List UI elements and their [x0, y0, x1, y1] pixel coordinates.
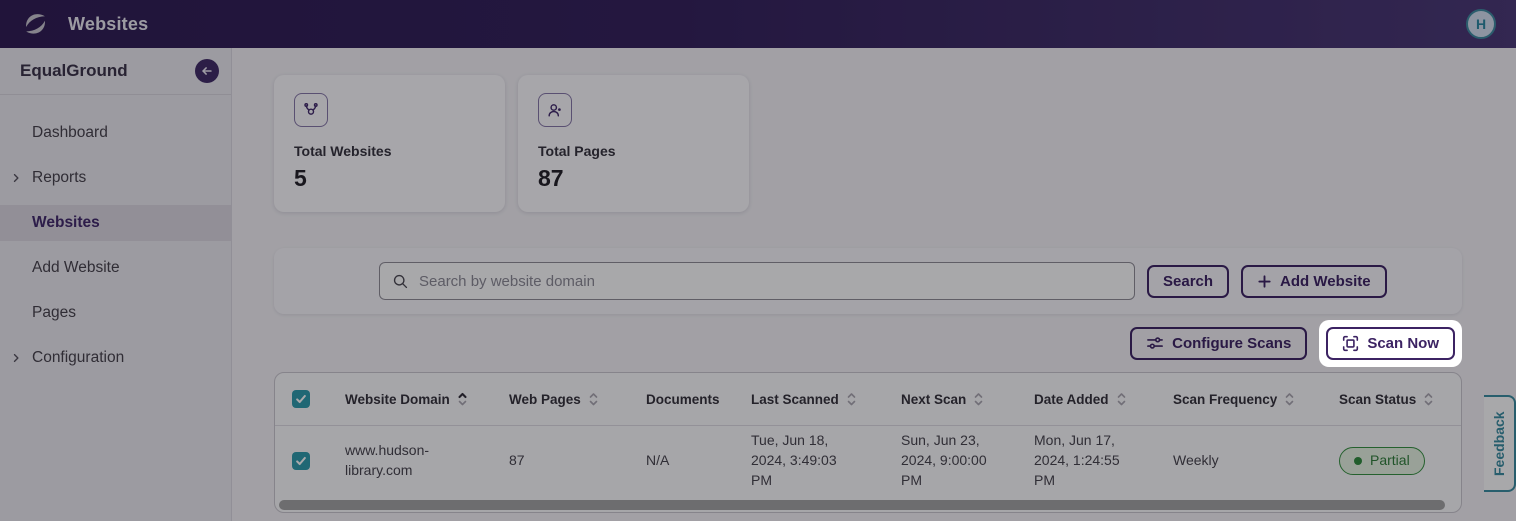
sort-icon-asc-active[interactable]: [457, 391, 468, 408]
table-row[interactable]: www.hudson-library.com 87 N/A Tue, Jun 1…: [275, 426, 1461, 496]
search-button[interactable]: Search: [1147, 264, 1230, 298]
sort-icon[interactable]: [1116, 391, 1127, 408]
chevron-right-icon: [10, 172, 22, 184]
arrow-left-icon: [200, 64, 214, 78]
stat-label: Total Websites: [294, 143, 392, 159]
stat-card-total-websites: Total Websites 5: [274, 75, 505, 212]
status-badge: Partial: [1339, 447, 1425, 475]
status-dot-icon: [1354, 457, 1362, 465]
row-checkbox[interactable]: [292, 452, 310, 470]
topbar: Websites H: [0, 0, 1516, 48]
feedback-tab-label: Feedback: [1491, 411, 1507, 476]
sidebar-collapse-button[interactable]: [195, 59, 219, 83]
column-label: Last Scanned: [751, 391, 839, 407]
sidebar-item-add-website[interactable]: Add Website: [0, 250, 231, 286]
table-header-row: Website Domain Web Pages Documents Last …: [275, 373, 1461, 426]
stat-cards: Total Websites 5 Total Pages 87: [274, 75, 1462, 212]
scan-now-label: Scan Now: [1367, 334, 1439, 352]
add-website-button-label: Add Website: [1280, 272, 1371, 290]
sort-icon[interactable]: [1284, 391, 1295, 408]
configure-scans-label: Configure Scans: [1172, 334, 1292, 352]
cell-scan-status: Partial: [1339, 447, 1461, 475]
sort-icon[interactable]: [1423, 391, 1434, 408]
sidebar-item-label: Websites: [32, 214, 100, 231]
select-all-checkbox[interactable]: [292, 390, 310, 408]
workspace-name: EqualGround: [20, 61, 128, 80]
column-header-website-domain[interactable]: Website Domain: [345, 391, 509, 408]
add-website-button[interactable]: Add Website: [1241, 264, 1387, 298]
user-gear-icon: [538, 93, 572, 127]
sidebar-item-configuration[interactable]: Configuration: [0, 340, 231, 376]
tutorial-spotlight: Scan Now: [1319, 319, 1462, 367]
sort-icon[interactable]: [973, 391, 984, 408]
page-title: Websites: [68, 13, 149, 34]
stat-value: 5: [294, 165, 307, 191]
configure-scans-button[interactable]: Configure Scans: [1130, 326, 1308, 360]
search-toolbar: Search Add Website: [274, 248, 1462, 314]
sidebar-header: EqualGround: [0, 48, 231, 95]
scan-now-button[interactable]: Scan Now: [1326, 326, 1455, 360]
column-header-web-pages[interactable]: Web Pages: [509, 391, 646, 408]
sidebar-item-label: Add Website: [32, 259, 120, 276]
crawler-network-icon: [294, 93, 328, 127]
feedback-tab[interactable]: Feedback: [1484, 395, 1516, 492]
horizontal-scrollbar: [275, 497, 1461, 512]
scan-actions-row: Configure Scans Scan Now: [274, 319, 1462, 367]
column-label: Documents: [646, 391, 720, 407]
column-label: Date Added: [1034, 391, 1109, 407]
search-icon: [392, 273, 409, 290]
stat-value: 87: [538, 165, 564, 191]
app-window: Websites H EqualGround Dashboard Reports…: [0, 0, 1516, 521]
scan-frame-icon: [1342, 335, 1359, 352]
cell-date-added: Mon, Jun 17, 2024, 1:24:55 PM: [1034, 432, 1120, 488]
column-header-scan-frequency[interactable]: Scan Frequency: [1173, 391, 1339, 408]
sidebar-item-reports[interactable]: Reports: [0, 160, 231, 196]
sidebar-item-dashboard[interactable]: Dashboard: [0, 115, 231, 151]
sliders-icon: [1146, 335, 1164, 351]
search-input[interactable]: [419, 272, 1122, 290]
websites-table: Website Domain Web Pages Documents Last …: [274, 372, 1462, 513]
cell-documents: N/A: [646, 452, 670, 469]
cell-website-domain: www.hudson-library.com: [345, 442, 430, 478]
search-box: [379, 262, 1135, 300]
search-button-label: Search: [1163, 272, 1214, 290]
column-label: Web Pages: [509, 391, 581, 407]
sidebar-nav: Dashboard Reports Websites Add Website P…: [0, 95, 231, 376]
column-header-next-scan[interactable]: Next Scan: [901, 391, 1034, 408]
cell-last-scanned: Tue, Jun 18, 2024, 3:49:03 PM: [751, 432, 837, 488]
logo-swirl-icon: [20, 8, 52, 40]
column-header-scan-status[interactable]: Scan Status: [1339, 391, 1461, 408]
sidebar-item-label: Configuration: [32, 349, 125, 366]
column-header-documents[interactable]: Documents: [646, 392, 751, 407]
column-label: Scan Frequency: [1173, 391, 1278, 407]
cell-scan-frequency: Weekly: [1173, 452, 1219, 469]
sort-icon[interactable]: [588, 391, 599, 408]
column-header-last-scanned[interactable]: Last Scanned: [751, 391, 901, 408]
main-content: Total Websites 5 Total Pages 87 Search b…: [232, 48, 1516, 521]
scrollbar-thumb[interactable]: [279, 499, 1446, 510]
sidebar-item-pages[interactable]: Pages: [0, 295, 231, 331]
user-avatar[interactable]: H: [1466, 9, 1496, 39]
cell-next-scan: Sun, Jun 23, 2024, 9:00:00 PM: [901, 432, 987, 488]
column-label: Scan Status: [1339, 391, 1417, 407]
cell-web-pages: 87: [509, 452, 525, 469]
sidebar: EqualGround Dashboard Reports Websites A…: [0, 48, 232, 521]
sidebar-item-label: Reports: [32, 169, 87, 186]
sidebar-item-label: Pages: [32, 304, 76, 321]
column-header-date-added[interactable]: Date Added: [1034, 391, 1173, 408]
sort-icon[interactable]: [846, 391, 857, 408]
column-label: Next Scan: [901, 391, 967, 407]
chevron-right-icon: [10, 352, 22, 364]
plus-icon: [1257, 274, 1272, 289]
column-label: Website Domain: [345, 391, 450, 407]
sidebar-item-label: Dashboard: [32, 124, 108, 141]
status-badge-label: Partial: [1370, 452, 1410, 469]
sidebar-item-websites[interactable]: Websites: [0, 205, 231, 241]
stat-card-total-pages: Total Pages 87: [518, 75, 749, 212]
stat-label: Total Pages: [538, 143, 616, 159]
